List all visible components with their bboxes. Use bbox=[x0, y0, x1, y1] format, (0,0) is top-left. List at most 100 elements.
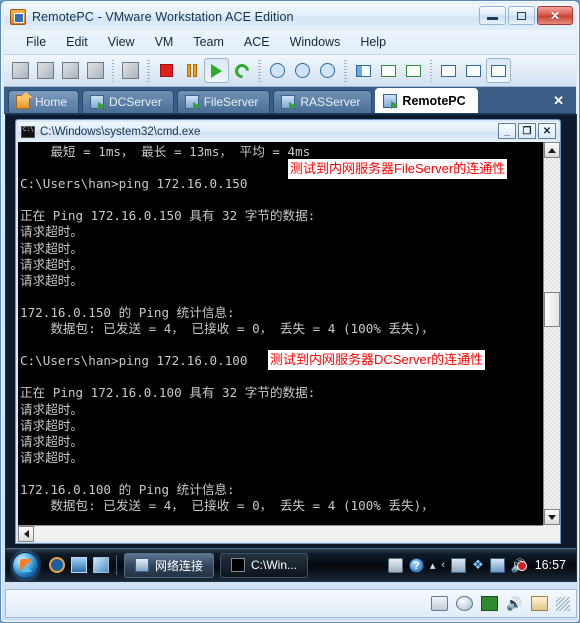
flip-3d-icon[interactable] bbox=[93, 557, 109, 573]
revert-snapshot-icon[interactable] bbox=[290, 58, 315, 83]
network-adapter-icon[interactable] bbox=[481, 596, 498, 611]
console-line: 请求超时。 bbox=[20, 256, 83, 272]
internet-explorer-icon[interactable] bbox=[49, 557, 65, 573]
close-tab-button[interactable]: ✕ bbox=[553, 93, 564, 109]
manage-snapshots-icon[interactable] bbox=[315, 58, 340, 83]
resize-grip-icon[interactable] bbox=[556, 596, 570, 611]
hard-disk-icon[interactable] bbox=[431, 596, 448, 611]
window-titlebar: RemotePC - VMware Workstation ACE Editio… bbox=[4, 4, 576, 30]
toolbar-separator bbox=[147, 59, 150, 82]
volume-muted-icon[interactable]: 🔊 bbox=[511, 558, 527, 573]
cd-drive-icon[interactable] bbox=[456, 596, 473, 611]
cmd-minimize-button[interactable]: _ bbox=[498, 123, 516, 139]
console-line: 请求超时。 bbox=[20, 224, 83, 240]
console-line: 数据包: 已发送 = 4， 已接收 = 0， 丢失 = 4 (100% 丢失)， bbox=[20, 498, 434, 514]
start-orb-icon[interactable] bbox=[12, 551, 39, 579]
sound-icon[interactable]: 🔊 bbox=[506, 596, 523, 611]
play-icon[interactable] bbox=[204, 58, 229, 83]
guest-desktop[interactable]: C:\Windows\system32\cmd.exe _ ❐ ✕ 最短 = 1… bbox=[5, 114, 577, 582]
minimize-button[interactable] bbox=[479, 6, 506, 25]
window-title: RemotePC - VMware Workstation ACE Editio… bbox=[32, 10, 294, 24]
scroll-up-button[interactable] bbox=[544, 142, 560, 158]
console-output[interactable]: 最短 = 1ms， 最长 = 13ms， 平均 = 4ms C:\Users\h… bbox=[18, 142, 543, 525]
menu-ace[interactable]: ACE bbox=[234, 32, 280, 52]
show-desktop-icon[interactable] bbox=[71, 557, 87, 573]
power-off-icon[interactable] bbox=[33, 58, 58, 83]
help-icon[interactable]: ? bbox=[408, 557, 424, 573]
menu-vm[interactable]: VM bbox=[145, 32, 184, 52]
menu-file[interactable]: File bbox=[16, 32, 56, 52]
console-line: 请求超时。 bbox=[20, 240, 83, 256]
expand-tray-icon[interactable]: ‹ bbox=[441, 559, 445, 571]
menu-help[interactable]: Help bbox=[350, 32, 396, 52]
taskbar-clock[interactable]: 16:57 bbox=[535, 558, 566, 572]
cmd-close-button[interactable]: ✕ bbox=[538, 123, 556, 139]
tab-remotepc[interactable]: RemotePC bbox=[375, 88, 478, 113]
fullscreen-icon[interactable] bbox=[376, 58, 401, 83]
window-controls: ✕ bbox=[479, 6, 573, 25]
taskbar-item-cmd[interactable]: C:\Win... bbox=[220, 552, 309, 578]
tab-label: FileServer bbox=[203, 95, 259, 109]
system-tray: ? ▴ ‹ ❖ 🔊 16:57 bbox=[387, 557, 572, 573]
notes-icon[interactable] bbox=[531, 596, 548, 611]
settings-icon[interactable] bbox=[436, 58, 461, 83]
reset-icon[interactable] bbox=[229, 58, 254, 83]
take-snapshot-icon[interactable] bbox=[265, 58, 290, 83]
suspend-icon[interactable] bbox=[58, 58, 83, 83]
cmd-maximize-button[interactable]: ❐ bbox=[518, 123, 536, 139]
menu-view[interactable]: View bbox=[98, 32, 145, 52]
toolbar-separator bbox=[344, 59, 347, 82]
scroll-down-button[interactable] bbox=[544, 509, 560, 525]
menu-edit[interactable]: Edit bbox=[56, 32, 98, 52]
taskbar-item-network-connections[interactable]: 网络连接 bbox=[124, 552, 215, 578]
menu-team[interactable]: Team bbox=[183, 32, 234, 52]
menubar: File Edit View VM Team ACE Windows Help bbox=[4, 30, 576, 55]
show-sidebar-icon[interactable] bbox=[351, 58, 376, 83]
vm-status-bar: 🔊 bbox=[5, 589, 577, 618]
vm-icon bbox=[90, 95, 106, 110]
console-line: 请求超时。 bbox=[20, 449, 83, 465]
console-line: 请求超时。 bbox=[20, 272, 83, 288]
chevron-up-icon[interactable]: ▴ bbox=[430, 559, 436, 572]
tab-rasserver[interactable]: RASServer bbox=[273, 90, 373, 113]
tab-fileserver[interactable]: FileServer bbox=[176, 90, 271, 113]
guest-taskbar: 网络连接 C:\Win... ? ▴ ‹ ❖ 🔊 16:57 bbox=[6, 548, 576, 581]
vmware-tools-icon[interactable]: ❖ bbox=[472, 557, 484, 573]
vm-icon bbox=[281, 95, 297, 110]
vmware-icon bbox=[10, 9, 26, 25]
scrollbar-thumb[interactable] bbox=[544, 292, 560, 327]
tab-label: Home bbox=[35, 95, 68, 109]
annotation-fileserver: 测试到内网服务器FileServer的连通性 bbox=[288, 159, 508, 179]
pause-icon[interactable] bbox=[179, 58, 204, 83]
vm-tab-strip: Home DCServer FileServer RASServer Remot… bbox=[4, 87, 576, 114]
action-center-icon[interactable] bbox=[451, 557, 467, 573]
network-connections-icon bbox=[135, 558, 149, 572]
tab-dcserver[interactable]: DCServer bbox=[82, 90, 174, 113]
menu-windows[interactable]: Windows bbox=[280, 32, 351, 52]
toolbar-separator bbox=[258, 59, 261, 82]
console-line: 请求超时。 bbox=[20, 433, 83, 449]
snapshot-manager-icon[interactable] bbox=[83, 58, 108, 83]
console-horizontal-scrollbar[interactable] bbox=[18, 525, 543, 542]
capture-icon[interactable] bbox=[118, 58, 143, 83]
network-icon[interactable] bbox=[489, 557, 505, 573]
console-vertical-scrollbar[interactable] bbox=[543, 142, 560, 525]
stop-icon[interactable] bbox=[154, 58, 179, 83]
close-button[interactable]: ✕ bbox=[537, 6, 573, 25]
cmd-icon bbox=[21, 126, 35, 138]
quick-switch-icon[interactable] bbox=[401, 58, 426, 83]
scroll-left-button[interactable] bbox=[18, 526, 34, 542]
summary-icon[interactable] bbox=[461, 58, 486, 83]
tab-home[interactable]: Home bbox=[8, 90, 80, 113]
cmd-titlebar: C:\Windows\system32\cmd.exe _ ❐ ✕ bbox=[18, 122, 558, 142]
power-on-icon[interactable] bbox=[8, 58, 33, 83]
maximize-button[interactable] bbox=[508, 6, 535, 25]
console-view-icon[interactable] bbox=[486, 58, 511, 83]
cmd-icon bbox=[231, 558, 246, 572]
console-line: 172.16.0.150 的 Ping 统计信息: bbox=[20, 304, 235, 320]
keyboard-icon[interactable] bbox=[387, 557, 403, 573]
